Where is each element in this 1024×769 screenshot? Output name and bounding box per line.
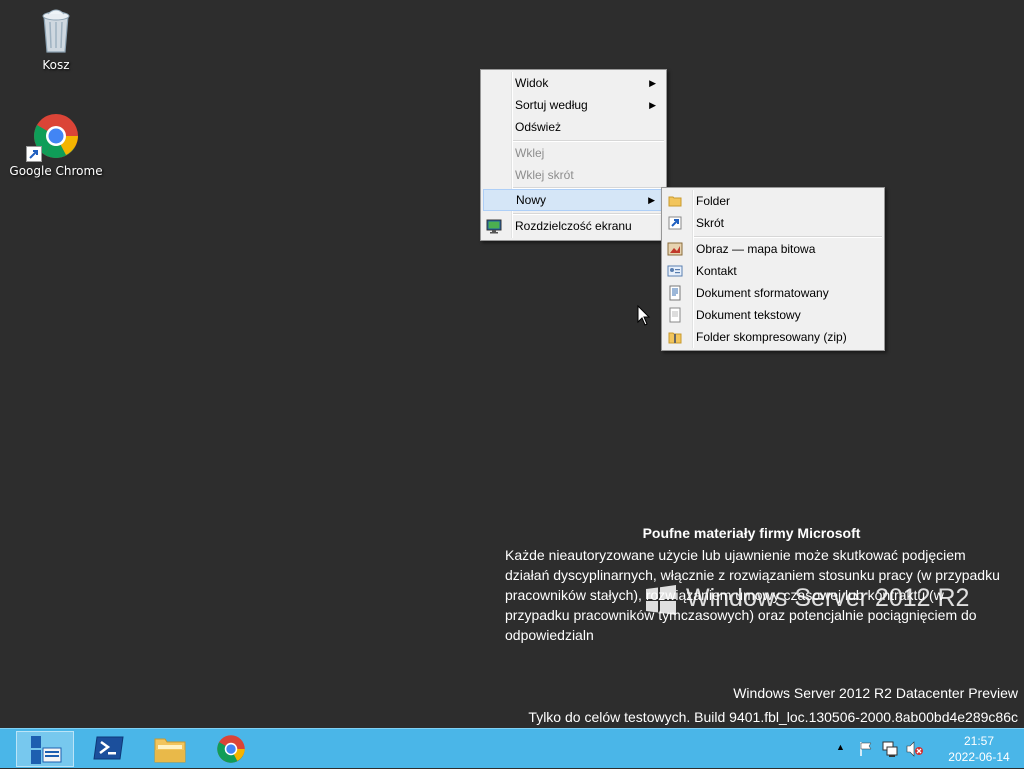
shortcut-arrow-icon [26,146,42,162]
submenu-arrow-icon: ▶ [649,78,656,88]
new-item-bitmap[interactable]: Obraz — mapa bitowa [664,238,882,260]
menu-item-label: Odśwież [515,120,562,134]
network-icon[interactable] [881,740,899,763]
menu-item-label: Rozdzielczość ekranu [515,219,632,233]
menu-item-label: Dokument sformatowany [696,286,829,300]
desktop-icon-chrome[interactable]: Google Chrome [6,112,106,178]
menu-item-label: Wklej [515,146,545,160]
notification-area: ▲ 21:57 2022-06-14 [830,729,1024,769]
new-submenu: Folder Skrót Obraz — mapa bitowa Kontakt… [661,187,885,351]
taskbar-server-manager[interactable] [16,731,74,767]
text-document-icon [667,307,683,323]
submenu-arrow-icon: ▶ [649,100,656,110]
menu-item-paste-shortcut: Wklej skrót [483,164,664,186]
taskbar-clock[interactable]: 21:57 2022-06-14 [942,733,1016,765]
windows-server-logo: Windows Server 2012 R2 [646,584,969,616]
taskbar: ▲ 21:57 2022-06-14 [0,728,1024,768]
menu-item-paste: Wklej [483,142,664,164]
new-item-folder[interactable]: Folder [664,190,882,212]
new-item-zip-folder[interactable]: Folder skompresowany (zip) [664,326,882,348]
desktop-icon-label: Google Chrome [9,164,103,178]
menu-item-refresh[interactable]: Odśwież [483,116,664,138]
confidential-heading: Poufne materiały firmy Microsoft [642,525,861,541]
action-center-flag-icon[interactable] [858,741,874,762]
server-manager-icon [31,736,62,764]
menu-item-label: Widok [515,76,549,90]
menu-item-label: Skrót [696,216,725,230]
menu-item-new[interactable]: Nowy ▶ [483,189,664,211]
menu-item-label: Nowy [516,193,547,207]
taskbar-file-explorer[interactable] [141,731,199,767]
folder-icon [667,193,683,209]
desktop-context-menu: Widok ▶ Sortuj według ▶ Odśwież Wklej Wk… [480,69,667,241]
menu-item-label: Dokument tekstowy [696,308,801,322]
menu-item-label: Folder skompresowany (zip) [696,330,847,344]
display-icon [486,218,502,234]
menu-item-label: Folder [696,194,731,208]
windows-server-product: Windows Server 2012 R2 [686,584,970,612]
bitmap-icon [667,241,683,257]
taskbar-powershell[interactable] [79,731,137,767]
chrome-icon [26,112,80,162]
powershell-icon [93,736,124,760]
build-text: Tylko do celów testowych. Build 9401.fbl… [528,709,1018,725]
desktop-icon-label: Kosz [42,58,70,72]
shortcut-icon [667,215,683,231]
new-item-rich-text[interactable]: Dokument sformatowany [664,282,882,304]
menu-item-screen-resolution[interactable]: Rozdzielczość ekranu [483,215,664,237]
volume-muted-icon[interactable] [906,741,924,762]
menu-item-label: Sortuj według [515,98,588,112]
submenu-arrow-icon: ▶ [648,195,655,205]
zip-folder-icon [667,329,683,345]
desktop-icon-recycle-bin[interactable]: Kosz [6,6,106,72]
new-item-contact[interactable]: Kontakt [664,260,882,282]
menu-item-label: Obraz — mapa bitowa [696,242,816,256]
recycle-bin-icon [36,6,76,54]
edition-text: Windows Server 2012 R2 Datacenter Previe… [733,685,1018,701]
taskbar-chrome[interactable] [203,731,261,767]
clock-time: 21:57 [963,734,995,748]
windows-logo-icon [646,585,676,615]
menu-item-view[interactable]: Widok ▶ [483,72,664,94]
file-explorer-icon [154,738,186,763]
new-item-shortcut[interactable]: Skrót [664,212,882,234]
contact-icon [667,263,683,279]
menu-item-label: Kontakt [696,264,737,278]
menu-item-label: Wklej skrót [515,168,574,182]
chrome-icon [217,735,245,763]
show-hidden-icons-button[interactable]: ▲ [836,742,845,752]
mouse-cursor-icon [637,304,651,331]
menu-item-sort-by[interactable]: Sortuj według ▶ [483,94,664,116]
rich-text-icon [667,285,683,301]
new-item-text-document[interactable]: Dokument tekstowy [664,304,882,326]
clock-date: 2022-06-14 [948,750,1010,764]
